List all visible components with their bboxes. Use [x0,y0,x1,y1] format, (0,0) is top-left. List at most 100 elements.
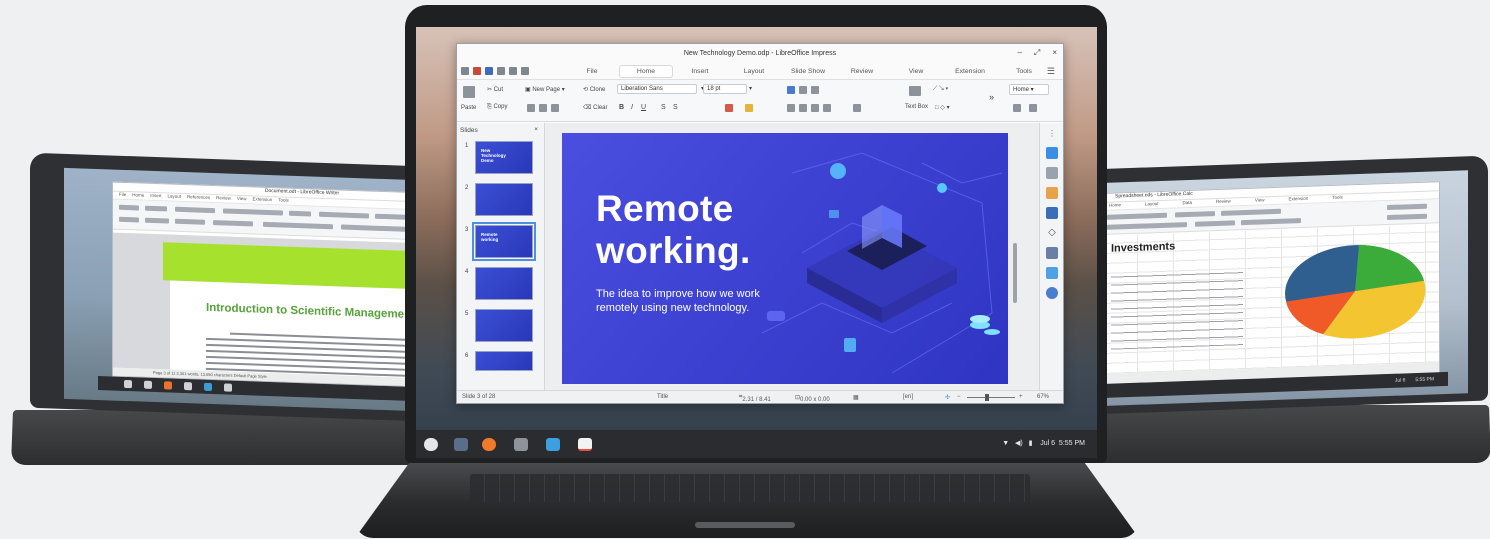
italic-icon[interactable]: I [631,104,633,111]
calc-menu-item[interactable]: Home [1109,202,1121,209]
firefox-icon[interactable] [164,381,172,390]
battery-icon[interactable]: ▮ [1029,440,1033,447]
volume-icon[interactable]: ◀) [1015,440,1023,447]
show-desktop-icon[interactable] [454,438,468,451]
bold-icon[interactable]: B [619,104,624,111]
slide-thumbnail-selected[interactable]: Remote working [472,222,536,261]
find-icon[interactable] [1013,104,1021,112]
shapes-sidebar-icon[interactable]: ◇ [1046,227,1058,239]
gallery-icon[interactable] [1046,187,1058,199]
impress-taskbar-icon[interactable] [578,438,592,451]
line-icon[interactable]: ⟋ ↘ ▾ [933,86,948,93]
tab-view[interactable]: View [889,66,943,77]
home-dropdown[interactable]: Home ▾ [1009,84,1049,95]
slide-layout-icon[interactable] [527,104,535,112]
spacing-icon[interactable] [853,104,861,112]
font-size-box[interactable]: 18 pt [703,84,747,94]
calc-menu-item[interactable]: Extension [1289,196,1309,204]
numbering-icon[interactable] [799,86,807,94]
styles-icon[interactable] [1046,167,1058,179]
vertical-scrollbar[interactable] [1013,243,1017,303]
underline-icon[interactable]: U [641,104,646,111]
fontwork-icon[interactable] [1046,247,1058,259]
files-icon[interactable] [144,380,152,389]
zoom-level[interactable]: 67% [1037,394,1049,400]
align-left-icon[interactable] [787,104,795,112]
spelling-icon[interactable] [1029,104,1037,112]
writer-icon[interactable] [224,383,232,392]
text-box-button[interactable]: Text Box [905,104,928,110]
slide-title[interactable]: Remote working. [596,188,751,272]
highlight-icon[interactable] [745,104,753,112]
zoom-slider-knob[interactable] [985,394,989,401]
software-store-icon[interactable] [546,438,560,451]
justify-icon[interactable] [823,104,831,112]
navigator-icon[interactable] [1046,287,1058,299]
writer-menu-item[interactable]: Review [216,195,231,203]
writer-menu-item[interactable]: File [119,192,126,199]
paste-icon[interactable] [463,86,475,98]
copy-button[interactable]: ⎘ Copy [487,104,507,111]
menu-icon[interactable] [461,67,469,75]
open-icon[interactable] [473,67,481,75]
zoom-in-icon[interactable]: + [1019,394,1023,400]
tab-review[interactable]: Review [835,66,889,77]
sidebar-menu-icon[interactable]: ⋮ [1046,129,1058,141]
writer-menu-item[interactable]: Home [132,192,144,199]
tab-file[interactable]: File [565,66,619,77]
close-icon[interactable]: × [1052,48,1057,58]
firefox-icon[interactable] [482,438,496,451]
hamburger-menu-icon[interactable]: ☰ [1047,66,1055,77]
minimize-icon[interactable]: – [1017,48,1021,58]
file-manager-icon[interactable] [514,438,528,451]
slide-thumbnail[interactable] [475,267,533,300]
writer-menu-item[interactable]: Extension [253,196,273,204]
print-icon[interactable] [521,67,529,75]
clear-button[interactable]: ⌫ Clear [583,104,608,111]
align-right-icon[interactable] [811,104,819,112]
calc-menu-item[interactable]: Data [1183,200,1193,207]
new-page-button[interactable]: ▣ New Page ▾ [525,86,565,93]
calc-menu-item[interactable]: Review [1216,199,1231,207]
tab-slide-show[interactable]: Slide Show [781,66,835,77]
calc-pie-chart[interactable] [1283,241,1427,342]
font-color-icon[interactable] [725,104,733,112]
shadow-icon[interactable]: S [673,104,678,111]
tab-extension[interactable]: Extension [943,66,997,77]
redo-icon[interactable] [509,67,517,75]
calc-menu-item[interactable]: View [1255,197,1265,204]
image-icon[interactable] [1046,267,1058,279]
slide-props-icon[interactable] [551,104,559,112]
wifi-icon[interactable]: ▼ [1002,440,1009,447]
bullets-icon[interactable] [787,86,795,94]
calc-menu-item[interactable]: Layout [1145,201,1159,208]
slide-thumbnail[interactable] [475,351,533,371]
shapes-icon[interactable]: □ ◇ ▾ [935,104,950,111]
slide-thumbnail[interactable]: New Technology Demo [475,141,533,174]
start-menu-icon[interactable] [424,438,438,451]
writer-menu-item[interactable]: Layout [168,193,182,200]
start-icon[interactable] [124,379,132,389]
folder-icon[interactable] [184,382,192,391]
writer-menu-item[interactable]: View [237,196,247,203]
zoom-out-icon[interactable]: − [957,394,961,400]
fit-slide-icon[interactable]: ✣ [945,394,950,401]
slide-subtitle[interactable]: The idea to improve how we work remotely… [596,287,776,315]
tab-layout[interactable]: Layout [727,66,781,77]
slide-thumbnail[interactable] [475,309,533,342]
more-button[interactable]: » [989,92,994,102]
store-icon[interactable] [204,382,212,392]
status-language[interactable]: [en] [903,394,913,400]
font-name-box[interactable]: Liberation Sans [617,84,697,94]
properties-icon[interactable] [1046,147,1058,159]
strikethrough-icon[interactable]: S [661,104,666,111]
undo-icon[interactable] [497,67,505,75]
maximize-icon[interactable]: ⤢ [1034,48,1040,58]
zoom-slider[interactable] [967,397,1015,398]
slide-thumbnail[interactable] [475,183,533,216]
text-box-icon[interactable] [909,86,921,96]
system-tray[interactable]: ▼ ◀) ▮ Jul 6 5:55 PM [1002,439,1085,447]
clone-button[interactable]: ⟲ Clone [583,86,605,93]
writer-menu-item[interactable]: Tools [278,197,289,204]
align-center-icon[interactable] [799,104,807,112]
